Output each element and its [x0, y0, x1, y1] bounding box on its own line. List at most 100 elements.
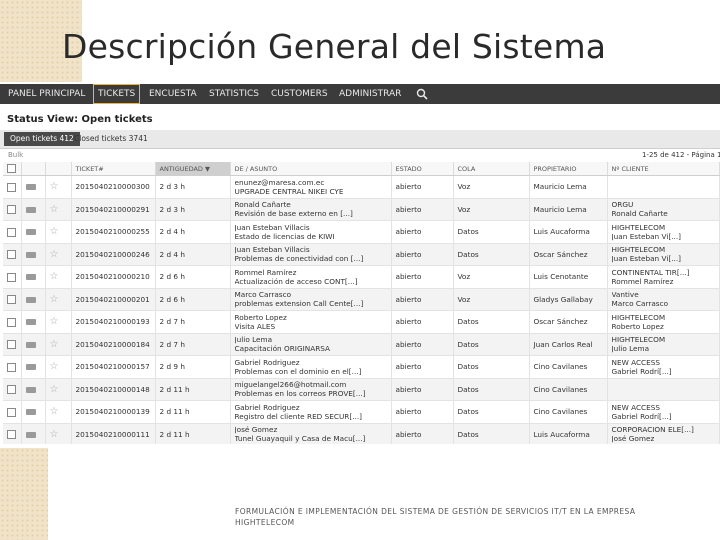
- column-header-propietario[interactable]: PROPIETARIO: [529, 162, 608, 176]
- nav-encuesta[interactable]: ENCUESTA: [149, 87, 197, 101]
- ticket-client: Vantive Marco Carrasco: [607, 288, 720, 311]
- row-checkbox[interactable]: [7, 430, 16, 439]
- ticket-number[interactable]: 2015040210000184: [71, 333, 156, 356]
- row-select-cell: [3, 378, 22, 401]
- star-icon[interactable]: ☆: [50, 361, 59, 372]
- ticket-number[interactable]: 2015040210000201: [71, 288, 156, 311]
- select-all-checkbox[interactable]: [7, 164, 16, 173]
- star-icon[interactable]: ☆: [50, 384, 59, 395]
- ticket-subject: Estado de licencias de KIWI: [234, 231, 335, 241]
- row-checkbox[interactable]: [7, 227, 16, 237]
- top-navigation-bar: PANEL PRINCIPAL TICKETS ENCUESTA STATIST…: [0, 84, 720, 104]
- star-icon[interactable]: ☆: [50, 406, 59, 417]
- search-icon[interactable]: [416, 88, 428, 100]
- bulk-action-label[interactable]: Bulk: [8, 151, 23, 159]
- ticket-state: abierto: [391, 220, 454, 244]
- row-checkbox[interactable]: [7, 407, 16, 417]
- ticket-number[interactable]: 2015040210000246: [71, 243, 156, 266]
- table-row[interactable]: ☆ 2015040210000184 2 d 7 h Julio Lema Capaci…: [3, 333, 720, 356]
- star-icon[interactable]: ☆: [50, 316, 59, 327]
- nav-administrar[interactable]: ADMINISTRAR: [339, 87, 401, 101]
- ticket-number[interactable]: 2015040210000157: [71, 355, 156, 379]
- tab-closed-tickets[interactable]: Closed tickets 3741: [68, 132, 154, 146]
- ticket-number[interactable]: 2015040210000255: [71, 220, 156, 244]
- row-type-cell: [21, 265, 46, 289]
- ticket-from: Juan Esteban Villacis: [234, 245, 310, 255]
- star-icon[interactable]: ☆: [50, 339, 59, 350]
- column-header-ticket[interactable]: TICKET#: [71, 162, 156, 176]
- star-icon[interactable]: ☆: [50, 226, 59, 237]
- ticket-number[interactable]: 2015040210000148: [71, 378, 156, 401]
- star-icon[interactable]: ☆: [50, 294, 59, 305]
- ticket-from-subject[interactable]: miguelangel266@hotmail.com Problemas en l…: [230, 378, 392, 401]
- ticket-state: abierto: [391, 400, 454, 424]
- ticket-from: Julio Lema: [234, 335, 273, 345]
- table-row[interactable]: ☆ 2015040210000139 2 d 11 h Gabriel Rodrigu…: [3, 400, 720, 424]
- row-checkbox[interactable]: [7, 362, 16, 372]
- row-checkbox[interactable]: [7, 385, 16, 394]
- row-checkbox[interactable]: [7, 182, 16, 192]
- table-row[interactable]: ☆ 2015040210000148 2 d 11 h miguelangel266@…: [3, 378, 720, 401]
- ticket-number[interactable]: 2015040210000300: [71, 175, 156, 199]
- ticket-from-subject[interactable]: José Gomez Tunel Guayaquil y Casa de Macu…: [230, 423, 392, 444]
- envelope-icon: [25, 341, 36, 348]
- ticket-from-subject[interactable]: Rommel Ramírez Actualización de acceso CO…: [230, 265, 392, 289]
- ticket-owner: Oscar Sánchez: [529, 243, 608, 266]
- ticket-owner: Cino Cavilanes: [529, 378, 608, 401]
- star-icon[interactable]: ☆: [50, 271, 59, 282]
- row-checkbox[interactable]: [7, 295, 16, 304]
- table-row[interactable]: ☆ 2015040210000111 2 d 11 h José Gomez Tunel…: [3, 423, 720, 444]
- ticket-state: abierto: [391, 265, 454, 289]
- slide-title: Descripción General del Sistema: [62, 27, 607, 66]
- ticket-from-subject[interactable]: Ronald Cañarte Revisión de base externo e…: [230, 198, 392, 221]
- row-checkbox[interactable]: [7, 340, 16, 349]
- ticket-from-subject[interactable]: Gabriel Rodriguez Problemas con el domini…: [230, 355, 392, 379]
- ticket-subject: Visita ALES: [234, 321, 276, 331]
- nav-panel-principal[interactable]: PANEL PRINCIPAL: [8, 87, 85, 101]
- table-row[interactable]: ☆ 2015040210000201 2 d 6 h Marco Carrasco pr…: [3, 288, 720, 311]
- ticket-queue: Voz: [453, 198, 530, 221]
- row-flag-cell: ☆: [45, 288, 72, 311]
- star-icon[interactable]: ☆: [50, 181, 59, 192]
- nav-customers[interactable]: CUSTOMERS: [271, 87, 328, 101]
- row-type-cell: [21, 355, 46, 379]
- table-row[interactable]: ☆ 2015040210000193 2 d 7 h Roberto Lopez Vis…: [3, 310, 720, 334]
- row-checkbox[interactable]: [7, 317, 16, 327]
- star-icon[interactable]: ☆: [50, 429, 59, 440]
- column-header-asunto[interactable]: DE / ASUNTO: [230, 162, 392, 176]
- star-icon[interactable]: ☆: [50, 249, 59, 260]
- ticket-number[interactable]: 2015040210000291: [71, 198, 156, 221]
- row-checkbox[interactable]: [7, 250, 16, 259]
- ticket-from-subject[interactable]: enunez@maresa.com.ec UPGRADE CENTRAL NIKE…: [230, 175, 392, 199]
- table-row[interactable]: ☆ 2015040210000210 2 d 6 h Rommel Ramírez Ac…: [3, 265, 720, 289]
- ticket-from-subject[interactable]: Julio Lema Capacitación ORIGINARSA: [230, 333, 392, 356]
- ticket-number[interactable]: 2015040210000111: [71, 423, 156, 444]
- column-header-cola[interactable]: COLA: [453, 162, 530, 176]
- row-checkbox[interactable]: [7, 205, 16, 214]
- table-row[interactable]: ☆ 2015040210000300 2 d 3 h enunez@maresa.co…: [3, 175, 720, 199]
- table-row[interactable]: ☆ 2015040210000255 2 d 4 h Juan Esteban Vil…: [3, 220, 720, 244]
- star-icon[interactable]: ☆: [50, 204, 59, 215]
- ticket-state: abierto: [391, 355, 454, 379]
- table-row[interactable]: ☆ 2015040210000291 2 d 3 h Ronald Cañarte Re…: [3, 198, 720, 221]
- ticket-number[interactable]: 2015040210000193: [71, 310, 156, 334]
- column-header-select[interactable]: [3, 162, 22, 176]
- nav-statistics[interactable]: STATISTICS: [209, 87, 259, 101]
- ticket-from-subject[interactable]: Juan Esteban Villacis Problemas de conect…: [230, 243, 392, 266]
- ticket-subject: Tunel Guayaquil y Casa de Macu[...]: [234, 434, 366, 444]
- ticket-from-subject[interactable]: Roberto Lopez Visita ALES: [230, 310, 392, 334]
- row-checkbox[interactable]: [7, 272, 16, 282]
- pagination[interactable]: 1-25 de 412 - Página 1 2 3: [642, 151, 720, 159]
- ticket-number[interactable]: 2015040210000210: [71, 265, 156, 289]
- column-header-antiguedad[interactable]: ANTIGUEDAD ▼: [155, 162, 231, 176]
- column-header-estado[interactable]: ESTADO: [391, 162, 454, 176]
- ticket-from-subject[interactable]: Juan Esteban Villacis Estado de licencias…: [230, 220, 392, 244]
- ticket-number[interactable]: 2015040210000139: [71, 400, 156, 424]
- row-flag-cell: ☆: [45, 175, 72, 199]
- ticket-from-subject[interactable]: Marco Carrasco problemas extension Call C…: [230, 288, 392, 311]
- ticket-from-subject[interactable]: Gabriel Rodriguez Registro del cliente RE…: [230, 400, 392, 424]
- table-row[interactable]: ☆ 2015040210000157 2 d 9 h Gabriel Rodrigue…: [3, 355, 720, 379]
- nav-tickets[interactable]: TICKETS: [93, 84, 141, 104]
- table-row[interactable]: ☆ 2015040210000246 2 d 4 h Juan Esteban Vil…: [3, 243, 720, 266]
- column-header-cliente[interactable]: Nº CLIENTE: [607, 162, 720, 176]
